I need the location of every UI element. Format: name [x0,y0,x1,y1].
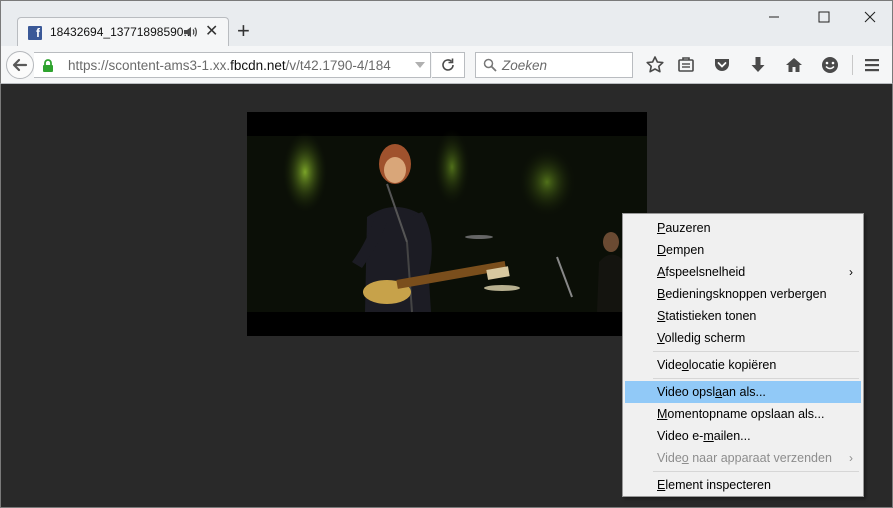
menu-item-label: Momentopname opslaan als... [657,407,825,421]
back-arrow-icon [12,58,28,72]
search-icon [483,58,497,72]
menu-item-label: Video e-mailen... [657,429,751,443]
search-placeholder: Zoeken [502,58,548,73]
navigation-toolbar: https://scontent-ams3-1.xx.fbcdn.net/v/t… [0,46,893,84]
smiley-icon[interactable] [819,54,841,76]
menu-item-label: Volledig scherm [657,331,746,345]
star-icon[interactable] [644,54,666,76]
url-text[interactable]: https://scontent-ams3-1.xx.fbcdn.net/v/t… [68,58,408,73]
context-menu: Pauzeren Dempen Afspeelsnelheid › Bedienings… [622,213,864,497]
menu-item-pauzeren[interactable]: Pauzeren [625,217,861,239]
menu-item-statistieken-tonen[interactable]: Statistieken tonen [625,305,861,327]
menu-item-momentopname-opslaan-als[interactable]: Momentopname opslaan als... [625,403,861,425]
pocket-icon[interactable] [711,54,733,76]
menu-item-label: Bedieningsknoppen verbergen [657,287,827,301]
menu-item-dempen[interactable]: Dempen [625,239,861,261]
url-bar[interactable]: https://scontent-ams3-1.xx.fbcdn.net/v/t… [34,52,431,78]
menu-item-label: Video opslaan als... [657,385,766,399]
menu-item-video-naar-apparaat-verzenden: Video naar apparaat verzenden › [625,447,861,469]
toolbar-separator [852,55,853,75]
window-close-icon[interactable] [847,4,893,30]
tab-close-icon[interactable]: ✕ [205,23,218,41]
menu-item-label: Statistieken tonen [657,309,757,323]
tab-title: 18432694_13771898590... [50,25,190,39]
chevron-right-icon: › [849,451,853,465]
url-prefix: https://scontent-ams3-1.xx. [68,58,231,73]
menu-item-label: Video naar apparaat verzenden [657,451,832,465]
menu-item-video-opslaan-als[interactable]: Video opslaan als... [625,381,861,403]
menu-item-label: Pauzeren [657,221,711,235]
download-icon[interactable] [747,54,769,76]
dropdown-arrow-icon[interactable] [414,61,426,69]
reload-button[interactable] [432,52,465,78]
hamburger-menu-icon[interactable] [861,54,883,76]
menu-item-afspeelsnelheid[interactable]: Afspeelsnelheid › [625,261,861,283]
new-tab-plus-icon[interactable]: + [237,19,250,43]
context-menu-separator [653,471,859,472]
video-frame-image [247,112,647,336]
maximize-icon[interactable] [801,4,847,30]
menu-item-videolocatie-kopiëren[interactable]: Videolocatie kopiëren [625,354,861,376]
menu-item-volledig-scherm[interactable]: Volledig scherm [625,327,861,349]
menu-item-label: Element inspecteren [657,478,771,492]
reading-list-icon[interactable] [675,54,697,76]
context-menu-separator [653,378,859,379]
reload-icon [442,58,454,71]
chevron-right-icon: › [849,265,853,279]
minimize-icon[interactable] [751,4,797,30]
facebook-favicon-icon: f [28,26,42,40]
speaker-icon[interactable] [182,24,198,40]
home-icon[interactable] [783,54,805,76]
url-domain: fbcdn.net [230,58,286,73]
context-menu-separator [653,351,859,352]
menu-item-bedieningsknoppen-verbergen[interactable]: Bedieningsknoppen verbergen [625,283,861,305]
video-player[interactable] [247,112,647,336]
url-path: /v/t42.1790-4/184 [285,58,391,73]
back-button[interactable] [6,51,34,79]
menu-item-label: Dempen [657,243,705,257]
tab-strip: f 18432694_13771898590... ✕ + [0,0,893,48]
menu-item-label: Afspeelsnelheid [657,265,746,279]
lock-icon[interactable] [42,59,54,72]
browser-tab[interactable]: f 18432694_13771898590... ✕ [17,17,229,48]
search-input[interactable]: Zoeken [475,52,633,78]
menu-item-element-inspecteren[interactable]: Element inspecteren [625,474,861,496]
menu-item-video-e-mailen[interactable]: Video e-mailen... [625,425,861,447]
menu-item-label: Videolocatie kopiëren [657,358,777,372]
